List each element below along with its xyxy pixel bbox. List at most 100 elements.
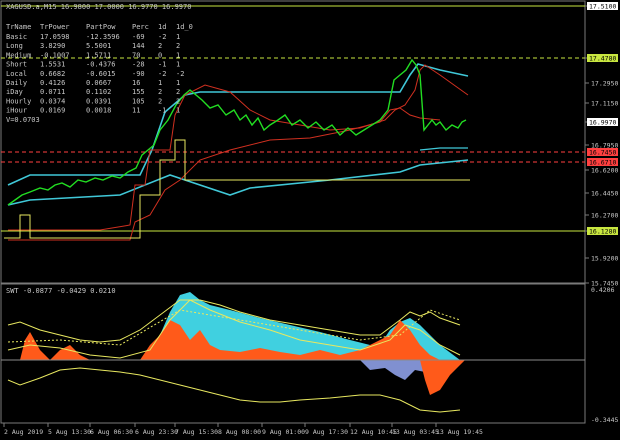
osc-lower-band <box>7 367 461 413</box>
table-cell: 1 <box>176 79 180 87</box>
table-cell: 0.6682 <box>40 70 65 78</box>
table-cell: 2 <box>176 42 180 50</box>
table-cell: 0.4126 <box>40 79 65 87</box>
price-series <box>7 58 467 206</box>
price-tick-label: 17.2950 <box>591 80 618 88</box>
time-tick-label: 9 Aug 17:30 <box>305 428 348 436</box>
trend-table: TrName TrPower PartPow Perc 1d 1d_0 Basic 17.05… <box>6 23 193 124</box>
osc-tick-label: -0.3445 <box>591 416 618 424</box>
price-tag-label: 16.1280 <box>589 228 616 236</box>
table-cell: 70 <box>132 51 140 59</box>
table-header-cell: 1d <box>158 23 166 31</box>
time-tick-label: 6 Aug 06:30 <box>90 428 133 436</box>
osc-title: SWT -0.0877 -0.0429 0.0210 <box>6 287 116 295</box>
price-tag-label: 17.5100 <box>589 3 616 11</box>
table-cell: 0.0667 <box>86 79 111 87</box>
table-cell: iDay <box>6 88 23 96</box>
table-cell: 2 <box>176 97 180 105</box>
table-cell: -0.4376 <box>86 61 116 69</box>
price-tag-label: 16.9970 <box>589 119 616 127</box>
table-cell: -2 <box>158 33 166 41</box>
table-cell: -2 <box>176 70 184 78</box>
table-cell: 3.8290 <box>40 42 65 50</box>
table-cell: -0.6015 <box>86 70 116 78</box>
table-cell: 0.1102 <box>86 88 111 96</box>
cyan-channel-lower <box>7 159 469 206</box>
table-cell: 0.0711 <box>40 88 65 96</box>
table-cell: 1 <box>176 33 180 41</box>
chart-canvas[interactable]: XAGUSD.a,M15 16.9800 17.0000 16.9770 16.… <box>0 0 620 440</box>
time-tick-label: 5 Aug 13:30 <box>48 428 91 436</box>
osc-tick-label: 0.4206 <box>591 286 615 294</box>
table-cell: Long <box>6 42 23 50</box>
table-cell: Medium <box>6 51 31 59</box>
table-cell: 0.0018 <box>86 107 111 115</box>
table-header-cell: TrPower <box>40 23 70 31</box>
price-tick-label: 16.2700 <box>591 212 618 220</box>
table-cell: -2 <box>158 70 166 78</box>
table-cell: 2 <box>158 88 162 96</box>
table-cell: 1.5711 <box>86 51 111 59</box>
yellow-step-line <box>4 139 470 239</box>
table-cell: 0.0169 <box>40 107 65 115</box>
main-title: XAGUSD.a,M15 16.9800 17.0000 16.9770 16.… <box>6 3 191 11</box>
table-cell: 11 <box>132 107 140 115</box>
price-tick-label: 17.1150 <box>591 100 618 108</box>
price-tags: 17.5100 17.4780 16.9970 16.7450 16.6710 16.12… <box>587 2 618 236</box>
time-tick-label: 13 Aug 03:45 <box>392 428 439 436</box>
red-ma-line-2 <box>8 107 441 241</box>
price-axis: 17.510017.478017.295017.115016.997016.79… <box>585 3 618 288</box>
table-cell: 105 <box>132 97 145 105</box>
table-cell: 0.0391 <box>86 97 111 105</box>
table-cell: 2 <box>158 97 162 105</box>
table-cell: 1.5531 <box>40 61 65 69</box>
time-tick-label: 2 Aug 2019 <box>4 428 43 436</box>
trading-terminal-chart: XAGUSD.a,M15 16.9800 17.0000 16.9770 16.… <box>0 0 620 440</box>
table-cell: -90 <box>132 70 145 78</box>
table-cell: 17.0598 <box>40 33 70 41</box>
table-cell: 0 <box>158 51 162 59</box>
time-tick-label: 13 Aug 19:45 <box>436 428 483 436</box>
table-cell: Basic <box>6 33 27 41</box>
table-footer: V=0.0703 <box>6 116 40 124</box>
price-tag-label: 16.7450 <box>589 149 616 157</box>
cyan-channel-upper <box>7 63 469 186</box>
table-header-cell: Perc <box>132 23 149 31</box>
time-axis: 2 Aug 2019 5 Aug 13:306 Aug 06:30 6 Aug 23… <box>3 423 483 436</box>
table-cell: Hourly <box>6 97 31 105</box>
table-cell: 1 <box>176 51 180 59</box>
table-cell: 1 <box>176 107 180 115</box>
table-cell: 1 <box>158 79 162 87</box>
table-cell: -0.1007 <box>40 51 70 59</box>
table-header-cell: 1d_0 <box>176 23 193 31</box>
table-cell: 5.5001 <box>86 42 111 50</box>
osc-axis: 0.4206 -0.3445 <box>591 286 618 424</box>
table-cell: Local <box>6 70 27 78</box>
table-cell: 16 <box>132 79 140 87</box>
table-cell: Daily <box>6 79 27 87</box>
table-header-cell: PartPow <box>86 23 116 31</box>
table-cell: 144 <box>132 42 145 50</box>
table-cell: 1 <box>176 61 180 69</box>
table-cell: iHour <box>6 107 27 115</box>
table-cell: 0.0374 <box>40 97 65 105</box>
price-tick-label: 16.4450 <box>591 190 618 198</box>
price-tag-label: 16.6710 <box>589 159 616 167</box>
time-tick-label: 6 Aug 23:30 <box>135 428 178 436</box>
time-tick-label: 12 Aug 10:45 <box>350 428 397 436</box>
price-tick-label: 16.6200 <box>591 167 618 175</box>
price-tick-label: 15.9200 <box>591 255 618 263</box>
time-tick-label: 8 Aug 08:00 <box>218 428 261 436</box>
table-cell: 2 <box>176 88 180 96</box>
table-cell: -1 <box>158 107 166 115</box>
table-cell: -12.3596 <box>86 33 120 41</box>
time-tick-label: 9 Aug 01:00 <box>262 428 305 436</box>
table-header-cell: TrName <box>6 23 31 31</box>
cyan-channel-mid <box>419 147 468 151</box>
table-cell: -1 <box>158 61 166 69</box>
time-tick-label: 7 Aug 15:30 <box>175 428 218 436</box>
table-cell: 2 <box>158 42 162 50</box>
table-cell: 155 <box>132 88 145 96</box>
table-cell: -69 <box>132 33 145 41</box>
price-tag-label: 17.4780 <box>589 55 616 63</box>
